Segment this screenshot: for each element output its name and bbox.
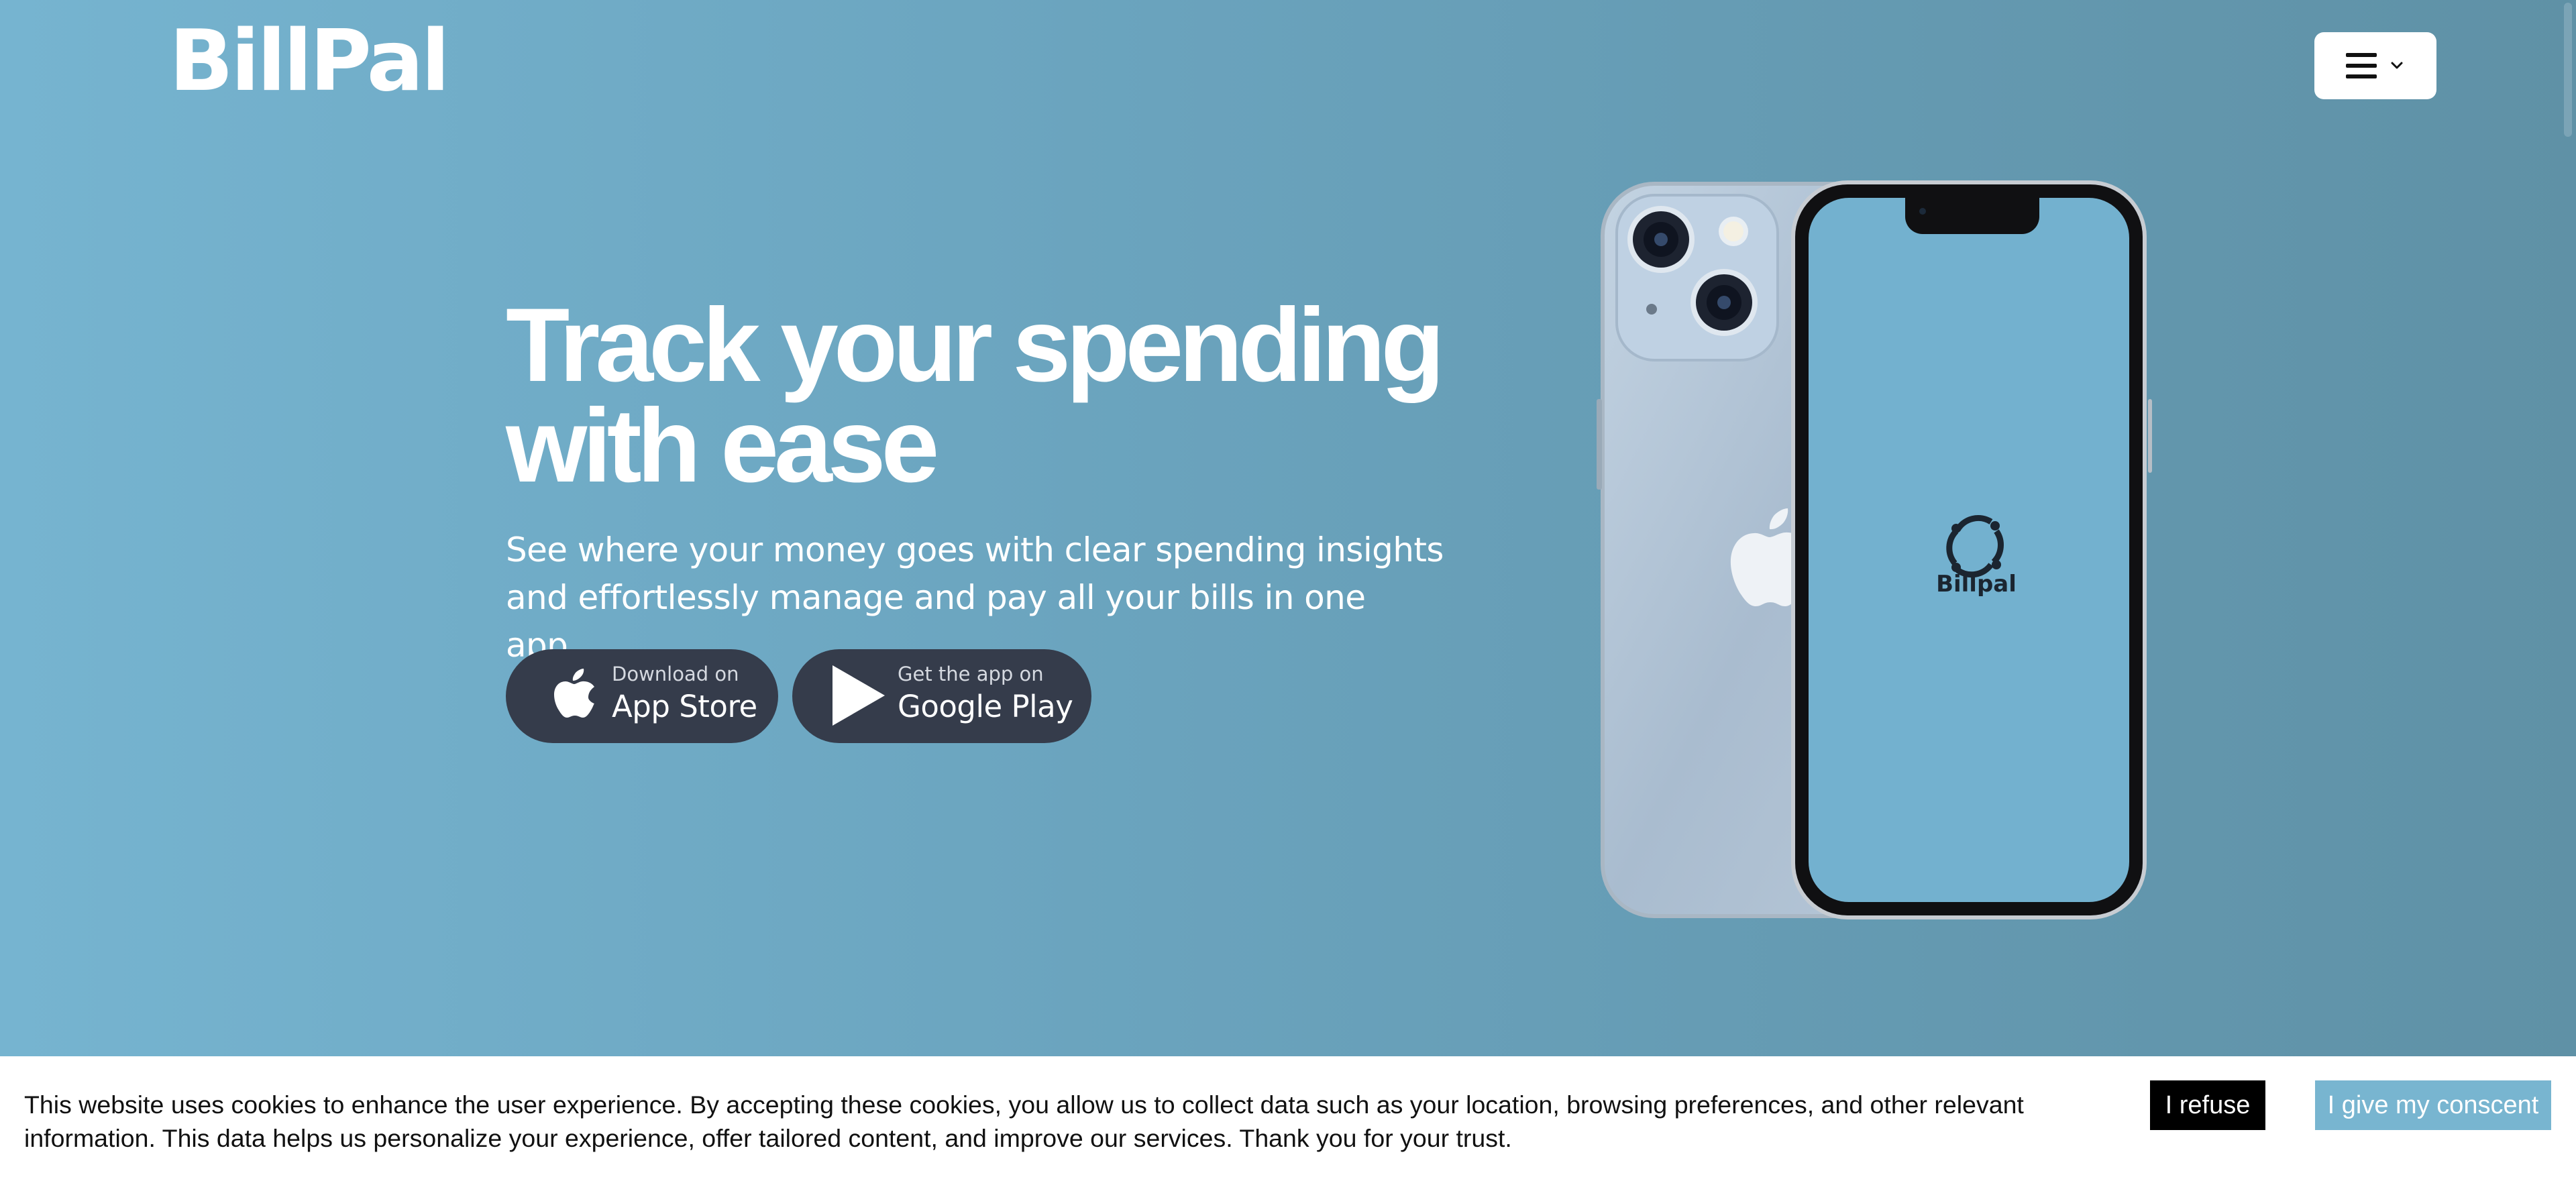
app-store-label: App Store (612, 689, 757, 724)
apple-icon (554, 669, 594, 718)
site-logo[interactable]: BillPal (169, 19, 450, 103)
phone-illustration: Billpal (1597, 180, 2152, 919)
hero-title: Track your spending with ease (506, 293, 1479, 498)
refuse-cookies-button[interactable]: I refuse (2150, 1080, 2265, 1130)
hero-title-line-1: Track your spending (506, 287, 1445, 404)
app-store-caption: Download on (612, 663, 739, 685)
google-play-caption: Get the app on (898, 663, 1044, 685)
accept-cookies-button[interactable]: I give my conscent (2315, 1080, 2551, 1130)
google-play-text: Get the app on Google Play (898, 661, 1073, 727)
cookie-banner-text: This website uses cookies to enhance the… (24, 1090, 2024, 1152)
phone-screen-app-name: Billpal (1936, 571, 2017, 598)
play-icon (833, 665, 885, 726)
scrollbar-thumb[interactable] (2564, 3, 2572, 137)
hero-title-line-2: with ease (506, 388, 939, 504)
hamburger-icon (2346, 53, 2377, 78)
google-play-label: Google Play (898, 689, 1073, 724)
menu-button[interactable] (2314, 32, 2436, 99)
cookie-banner: This website uses cookies to enhance the… (0, 1056, 2576, 1177)
app-store-button[interactable]: Download on App Store (506, 649, 778, 743)
app-store-text: Download on App Store (612, 661, 757, 727)
hero-subtitle-line-1: See where your money goes with clear spe… (506, 530, 1444, 569)
google-play-button[interactable]: Get the app on Google Play (792, 649, 1091, 743)
chevron-down-icon (2391, 62, 2403, 69)
phone-mockup: Billpal (1597, 178, 2153, 922)
hero-subtitle: See where your money goes with clear spe… (506, 526, 1445, 669)
